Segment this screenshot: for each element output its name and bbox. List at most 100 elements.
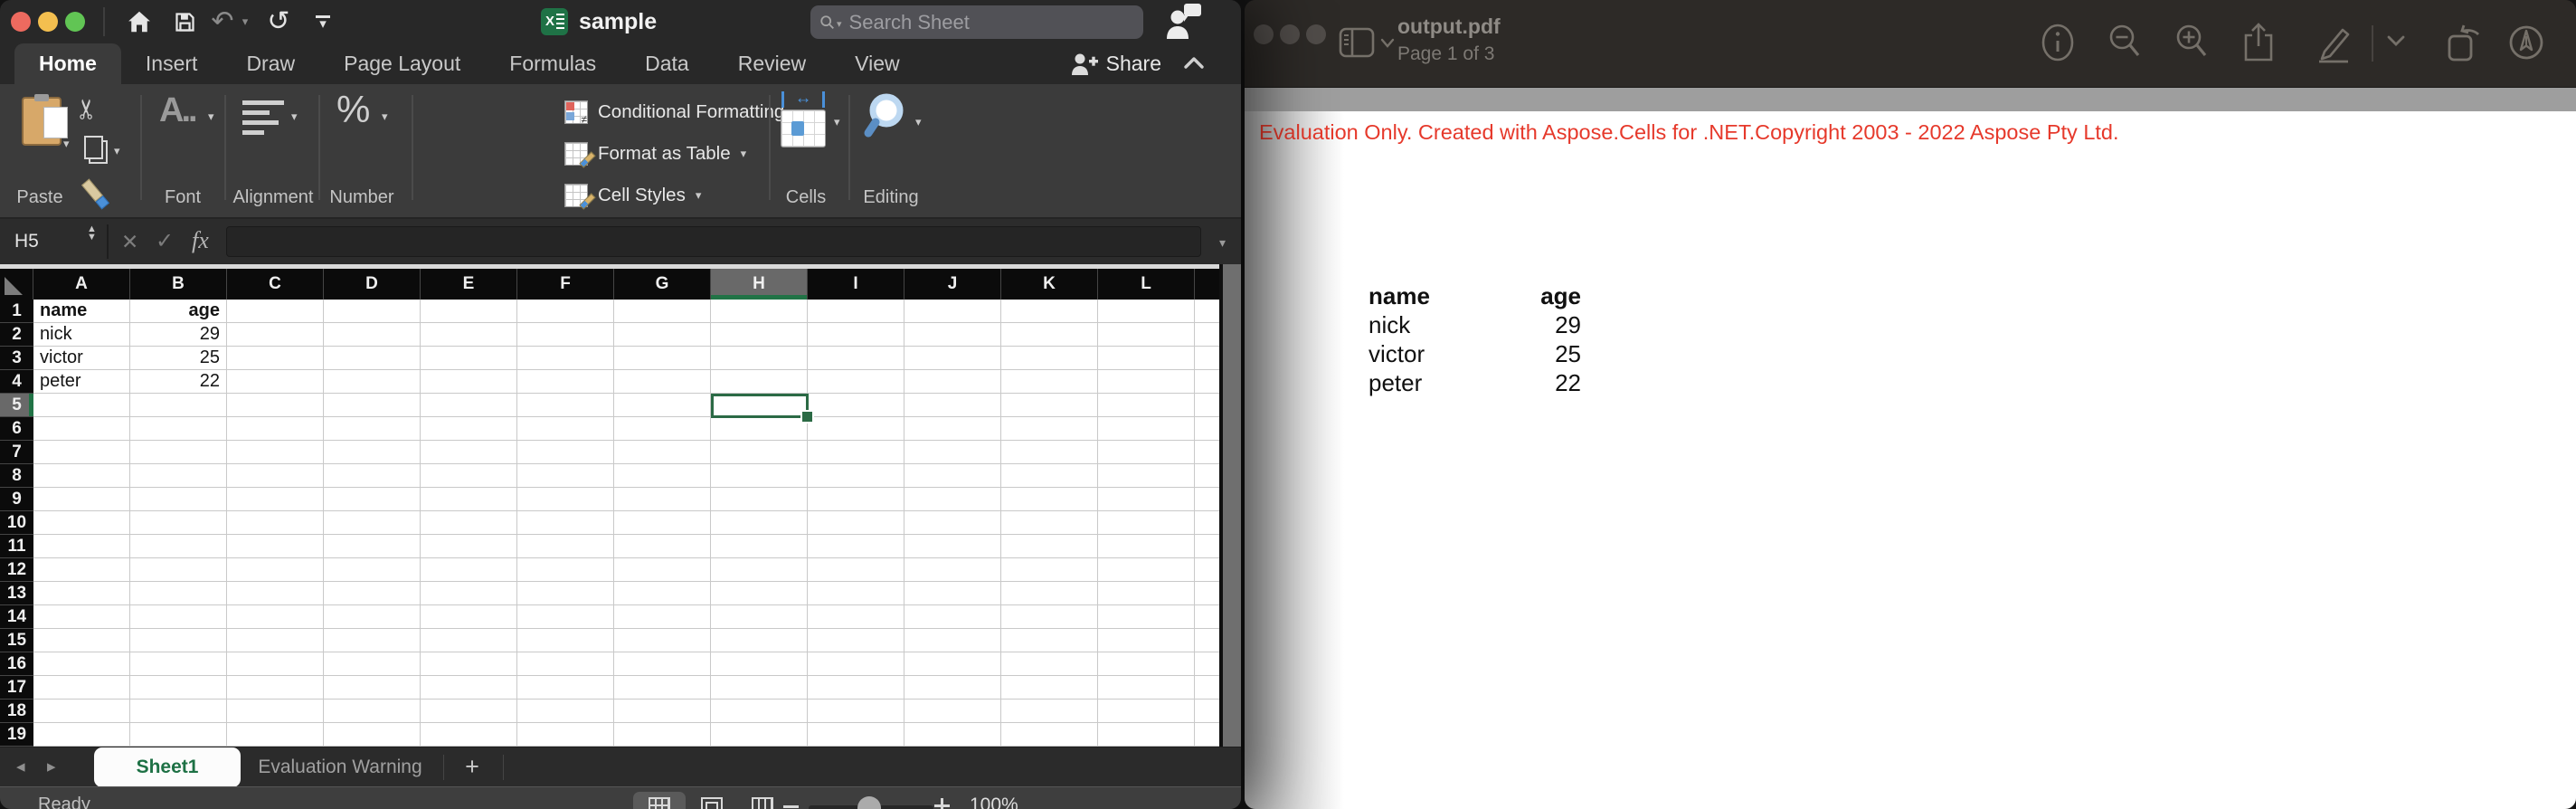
cell-G1[interactable]	[614, 300, 711, 323]
cell-C15[interactable]	[227, 629, 324, 652]
column-header-A[interactable]: A	[33, 269, 130, 300]
cell-G9[interactable]	[614, 488, 711, 511]
cell-G13[interactable]	[614, 582, 711, 605]
cell-C1[interactable]	[227, 300, 324, 323]
cell-I13[interactable]	[808, 582, 904, 605]
cell-C17[interactable]	[227, 676, 324, 700]
cell-partial-5[interactable]	[1195, 394, 1219, 417]
cell-partial-16[interactable]	[1195, 652, 1219, 676]
number-dropdown-icon[interactable]: ▾	[382, 109, 388, 124]
cell-L10[interactable]	[1098, 511, 1195, 535]
cell-A4[interactable]: peter	[33, 370, 130, 394]
cell-partial-12[interactable]	[1195, 558, 1219, 582]
cell-D11[interactable]	[324, 535, 421, 558]
cell-C7[interactable]	[227, 441, 324, 464]
cell-B7[interactable]	[130, 441, 227, 464]
add-sheet-button[interactable]: +	[452, 747, 492, 785]
cell-F18[interactable]	[517, 700, 614, 723]
selected-cell-outline[interactable]	[711, 394, 809, 418]
markup-pencil-icon[interactable]	[2314, 22, 2355, 70]
cell-L4[interactable]	[1098, 370, 1195, 394]
cell-I15[interactable]	[808, 629, 904, 652]
row-header-5[interactable]: 5	[0, 394, 33, 417]
cell-I2[interactable]	[808, 323, 904, 347]
cell-F3[interactable]	[517, 347, 614, 370]
cell-K15[interactable]	[1001, 629, 1098, 652]
cell-A2[interactable]: nick	[33, 323, 130, 347]
cell-C19[interactable]	[227, 723, 324, 747]
cell-D3[interactable]	[324, 347, 421, 370]
cell-A19[interactable]	[33, 723, 130, 747]
toolbar-overflow-icon[interactable]: ▾	[308, 0, 338, 43]
cell-partial-7[interactable]	[1195, 441, 1219, 464]
cell-G4[interactable]	[614, 370, 711, 394]
cell-partial-15[interactable]	[1195, 629, 1219, 652]
row-header-13[interactable]: 13	[0, 582, 33, 605]
cell-E2[interactable]	[421, 323, 517, 347]
cell-F10[interactable]	[517, 511, 614, 535]
cell-I8[interactable]	[808, 464, 904, 488]
cell-partial-4[interactable]	[1195, 370, 1219, 394]
cell-K18[interactable]	[1001, 700, 1098, 723]
cell-partial-19[interactable]	[1195, 723, 1219, 747]
zoom-in-icon[interactable]	[2173, 22, 2211, 66]
row-header-1[interactable]: 1	[0, 300, 33, 323]
cell-partial-14[interactable]	[1195, 605, 1219, 629]
cell-F9[interactable]	[517, 488, 614, 511]
cell-B18[interactable]	[130, 700, 227, 723]
search-scope-chevron-icon[interactable]: ▾	[837, 18, 842, 30]
cell-G18[interactable]	[614, 700, 711, 723]
cell-I7[interactable]	[808, 441, 904, 464]
minimize-button[interactable]	[38, 12, 58, 32]
cell-F5[interactable]	[517, 394, 614, 417]
format-painter-icon[interactable]	[81, 179, 109, 210]
person-chat-icon[interactable]	[1161, 0, 1207, 43]
name-box[interactable]: H5	[14, 219, 39, 264]
cell-J18[interactable]	[904, 700, 1001, 723]
cell-partial-1[interactable]	[1195, 300, 1219, 323]
cell-A3[interactable]: victor	[33, 347, 130, 370]
zoom-out-icon[interactable]	[2106, 22, 2144, 66]
cell-C11[interactable]	[227, 535, 324, 558]
normal-view-icon[interactable]	[649, 797, 670, 809]
ribbon-button-conditional-formatting[interactable]: ≠Conditional Formatting▾	[564, 91, 800, 133]
cell-J5[interactable]	[904, 394, 1001, 417]
font-dropdown-icon[interactable]: ▾	[208, 109, 214, 124]
cell-partial-9[interactable]	[1195, 488, 1219, 511]
cell-G8[interactable]	[614, 464, 711, 488]
cell-H2[interactable]	[711, 323, 808, 347]
cell-D1[interactable]	[324, 300, 421, 323]
editing-dropdown-icon[interactable]: ▾	[915, 115, 922, 129]
cell-L7[interactable]	[1098, 441, 1195, 464]
undo-dropdown-icon[interactable]: ▾	[239, 0, 251, 43]
cell-B19[interactable]	[130, 723, 227, 747]
row-header-8[interactable]: 8	[0, 464, 33, 488]
cell-A18[interactable]	[33, 700, 130, 723]
cell-C8[interactable]	[227, 464, 324, 488]
cell-E9[interactable]	[421, 488, 517, 511]
zoom-percentage[interactable]: 100%	[970, 795, 1018, 809]
cell-K10[interactable]	[1001, 511, 1098, 535]
cell-K14[interactable]	[1001, 605, 1098, 629]
cell-D5[interactable]	[324, 394, 421, 417]
cell-E7[interactable]	[421, 441, 517, 464]
cell-G16[interactable]	[614, 652, 711, 676]
cell-E1[interactable]	[421, 300, 517, 323]
cell-G6[interactable]	[614, 417, 711, 441]
cell-A12[interactable]	[33, 558, 130, 582]
name-box-stepper[interactable]: ▲▼	[87, 225, 97, 242]
column-header-I[interactable]: I	[808, 269, 904, 300]
cell-E14[interactable]	[421, 605, 517, 629]
cell-F8[interactable]	[517, 464, 614, 488]
cell-L1[interactable]	[1098, 300, 1195, 323]
cell-H14[interactable]	[711, 605, 808, 629]
cell-D19[interactable]	[324, 723, 421, 747]
cell-D12[interactable]	[324, 558, 421, 582]
cell-C6[interactable]	[227, 417, 324, 441]
cell-E11[interactable]	[421, 535, 517, 558]
cell-C9[interactable]	[227, 488, 324, 511]
cell-J11[interactable]	[904, 535, 1001, 558]
column-header-G[interactable]: G	[614, 269, 711, 300]
cell-D16[interactable]	[324, 652, 421, 676]
cell-H16[interactable]	[711, 652, 808, 676]
